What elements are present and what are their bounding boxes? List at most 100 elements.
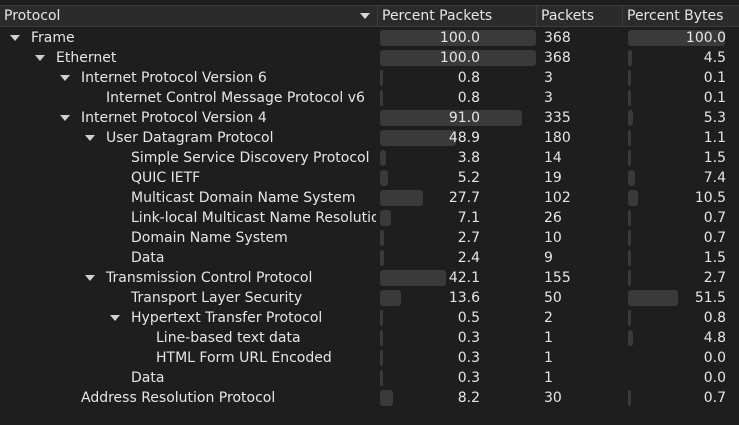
packets-cell: 14 <box>540 148 622 168</box>
expand-arrow-icon[interactable] <box>110 315 120 321</box>
packets-cell: 9 <box>540 248 622 268</box>
protocol-cell: Link-local Multicast Name Resolution <box>0 208 376 228</box>
protocol-name: Internet Protocol Version 4 <box>81 110 267 126</box>
protocol-name: Link-local Multicast Name Resolution <box>131 210 376 226</box>
table-row[interactable]: Internet Control Message Protocol v6 0.8 3… <box>0 88 739 108</box>
percent-packets-value: 0.3 <box>457 330 480 346</box>
percent-bytes-cell: 2.7 <box>626 268 726 288</box>
column-header-percent-packets[interactable]: Percent Packets <box>378 6 537 27</box>
percent-packets-cell: 5.2 <box>380 168 536 188</box>
table-row[interactable]: Transport Layer Security 13.6 50 51.5 <box>0 288 739 308</box>
expand-arrow-icon[interactable] <box>85 135 95 141</box>
protocol-name: HTML Form URL Encoded <box>156 350 332 366</box>
packets-cell: 3 <box>540 88 622 108</box>
percent-bytes-cell: 0.7 <box>626 228 726 248</box>
protocol-cell: HTML Form URL Encoded <box>0 348 376 368</box>
table-row[interactable]: Ethernet 100.0 368 4.5 <box>0 48 739 68</box>
percent-packets-value: 48.9 <box>448 130 480 146</box>
table-row[interactable]: Multicast Domain Name System 27.7 102 10.5 <box>0 188 739 208</box>
percent-packets-cell: 0.3 <box>380 328 536 348</box>
column-header-percent-packets-label: Percent Packets <box>382 8 493 24</box>
protocol-name: Address Resolution Protocol <box>81 390 276 406</box>
protocol-cell: Internet Protocol Version 4 <box>0 108 376 128</box>
table-row[interactable]: Address Resolution Protocol 8.2 30 0.7 <box>0 388 739 408</box>
percent-packets-cell: 13.6 <box>380 288 536 308</box>
percent-bytes-value: 0.7 <box>703 210 726 226</box>
percent-packets-cell: 100.0 <box>380 28 536 48</box>
packets-value: 180 <box>544 130 571 146</box>
packets-value: 1 <box>544 330 553 346</box>
table-row[interactable]: Data 0.3 1 0.0 <box>0 368 739 388</box>
percent-bytes-bar <box>628 270 631 286</box>
expand-arrow-icon[interactable] <box>60 115 70 121</box>
expand-arrow-icon[interactable] <box>35 55 45 61</box>
protocol-cell: QUIC IETF <box>0 168 376 188</box>
column-header-percent-bytes[interactable]: Percent Bytes <box>623 6 739 27</box>
protocol-cell: Multicast Domain Name System <box>0 188 376 208</box>
percent-packets-cell: 42.1 <box>380 268 536 288</box>
packets-value: 9 <box>544 250 553 266</box>
table-row[interactable]: Link-local Multicast Name Resolution 7.1 2… <box>0 208 739 228</box>
percent-bytes-value: 0.1 <box>703 90 726 106</box>
table-row[interactable]: Internet Protocol Version 4 91.0 335 5.3 <box>0 108 739 128</box>
percent-packets-value: 2.4 <box>457 250 480 266</box>
packets-cell: 1 <box>540 368 622 388</box>
percent-packets-cell: 48.9 <box>380 128 536 148</box>
packets-cell: 2 <box>540 308 622 328</box>
percent-packets-bar <box>380 210 392 226</box>
percent-packets-cell: 2.7 <box>380 228 536 248</box>
percent-bytes-value: 0.0 <box>703 370 726 386</box>
percent-bytes-bar <box>628 70 631 86</box>
table-row[interactable]: HTML Form URL Encoded 0.3 1 0.0 <box>0 348 739 368</box>
percent-bytes-value: 0.7 <box>703 230 726 246</box>
table-row[interactable]: Hypertext Transfer Protocol 0.5 2 0.8 <box>0 308 739 328</box>
protocol-name: Line-based text data <box>156 330 301 346</box>
table-row[interactable]: Transmission Control Protocol 42.1 155 2.7 <box>0 268 739 288</box>
protocol-cell: Hypertext Transfer Protocol <box>0 308 376 328</box>
expand-arrow-icon[interactable] <box>85 275 95 281</box>
expand-arrow-icon[interactable] <box>60 75 70 81</box>
table-row[interactable]: Data 2.4 9 1.5 <box>0 248 739 268</box>
packets-cell: 10 <box>540 228 622 248</box>
percent-bytes-cell: 4.8 <box>626 328 726 348</box>
packets-cell: 26 <box>540 208 622 228</box>
packets-value: 335 <box>544 110 571 126</box>
packets-value: 30 <box>544 390 562 406</box>
table-row[interactable]: Domain Name System 2.7 10 0.7 <box>0 228 739 248</box>
expand-arrow-icon[interactable] <box>10 35 20 41</box>
table-row[interactable]: Line-based text data 0.3 1 4.8 <box>0 328 739 348</box>
packets-value: 102 <box>544 190 571 206</box>
percent-packets-cell: 0.8 <box>380 68 536 88</box>
percent-bytes-value: 51.5 <box>694 290 726 306</box>
percent-packets-value: 100.0 <box>439 50 480 66</box>
column-header-protocol[interactable]: Protocol <box>0 6 378 27</box>
packets-value: 14 <box>544 150 562 166</box>
percent-packets-bar <box>380 70 383 86</box>
packets-value: 1 <box>544 350 553 366</box>
percent-packets-value: 0.8 <box>457 90 480 106</box>
percent-bytes-bar <box>628 390 631 406</box>
packets-cell: 368 <box>540 28 622 48</box>
table-header: Protocol Percent Packets Packets Percent… <box>0 5 739 27</box>
table-row[interactable]: Frame 100.0 368 100.0 <box>0 28 739 48</box>
percent-packets-bar <box>380 190 424 206</box>
percent-packets-bar <box>380 330 383 346</box>
table-row[interactable]: Internet Protocol Version 6 0.8 3 0.1 <box>0 68 739 88</box>
column-header-packets[interactable]: Packets <box>537 6 623 27</box>
percent-bytes-cell: 0.0 <box>626 348 726 368</box>
packets-value: 3 <box>544 70 553 86</box>
packets-value: 368 <box>544 50 571 66</box>
protocol-cell: Transmission Control Protocol <box>0 268 376 288</box>
table-row[interactable]: User Datagram Protocol 48.9 180 1.1 <box>0 128 739 148</box>
percent-bytes-cell: 0.7 <box>626 388 726 408</box>
percent-packets-value: 91.0 <box>448 110 480 126</box>
protocol-name: Internet Control Message Protocol v6 <box>106 90 365 106</box>
packets-value: 26 <box>544 210 562 226</box>
table-row[interactable]: Simple Service Discovery Protocol 3.8 14 1.… <box>0 148 739 168</box>
percent-bytes-value: 100.0 <box>685 30 726 46</box>
percent-bytes-value: 1.5 <box>703 150 726 166</box>
column-header-percent-bytes-label: Percent Bytes <box>627 8 724 24</box>
protocol-name: Domain Name System <box>131 230 288 246</box>
percent-bytes-cell: 0.0 <box>626 368 726 388</box>
table-row[interactable]: QUIC IETF 5.2 19 7.4 <box>0 168 739 188</box>
